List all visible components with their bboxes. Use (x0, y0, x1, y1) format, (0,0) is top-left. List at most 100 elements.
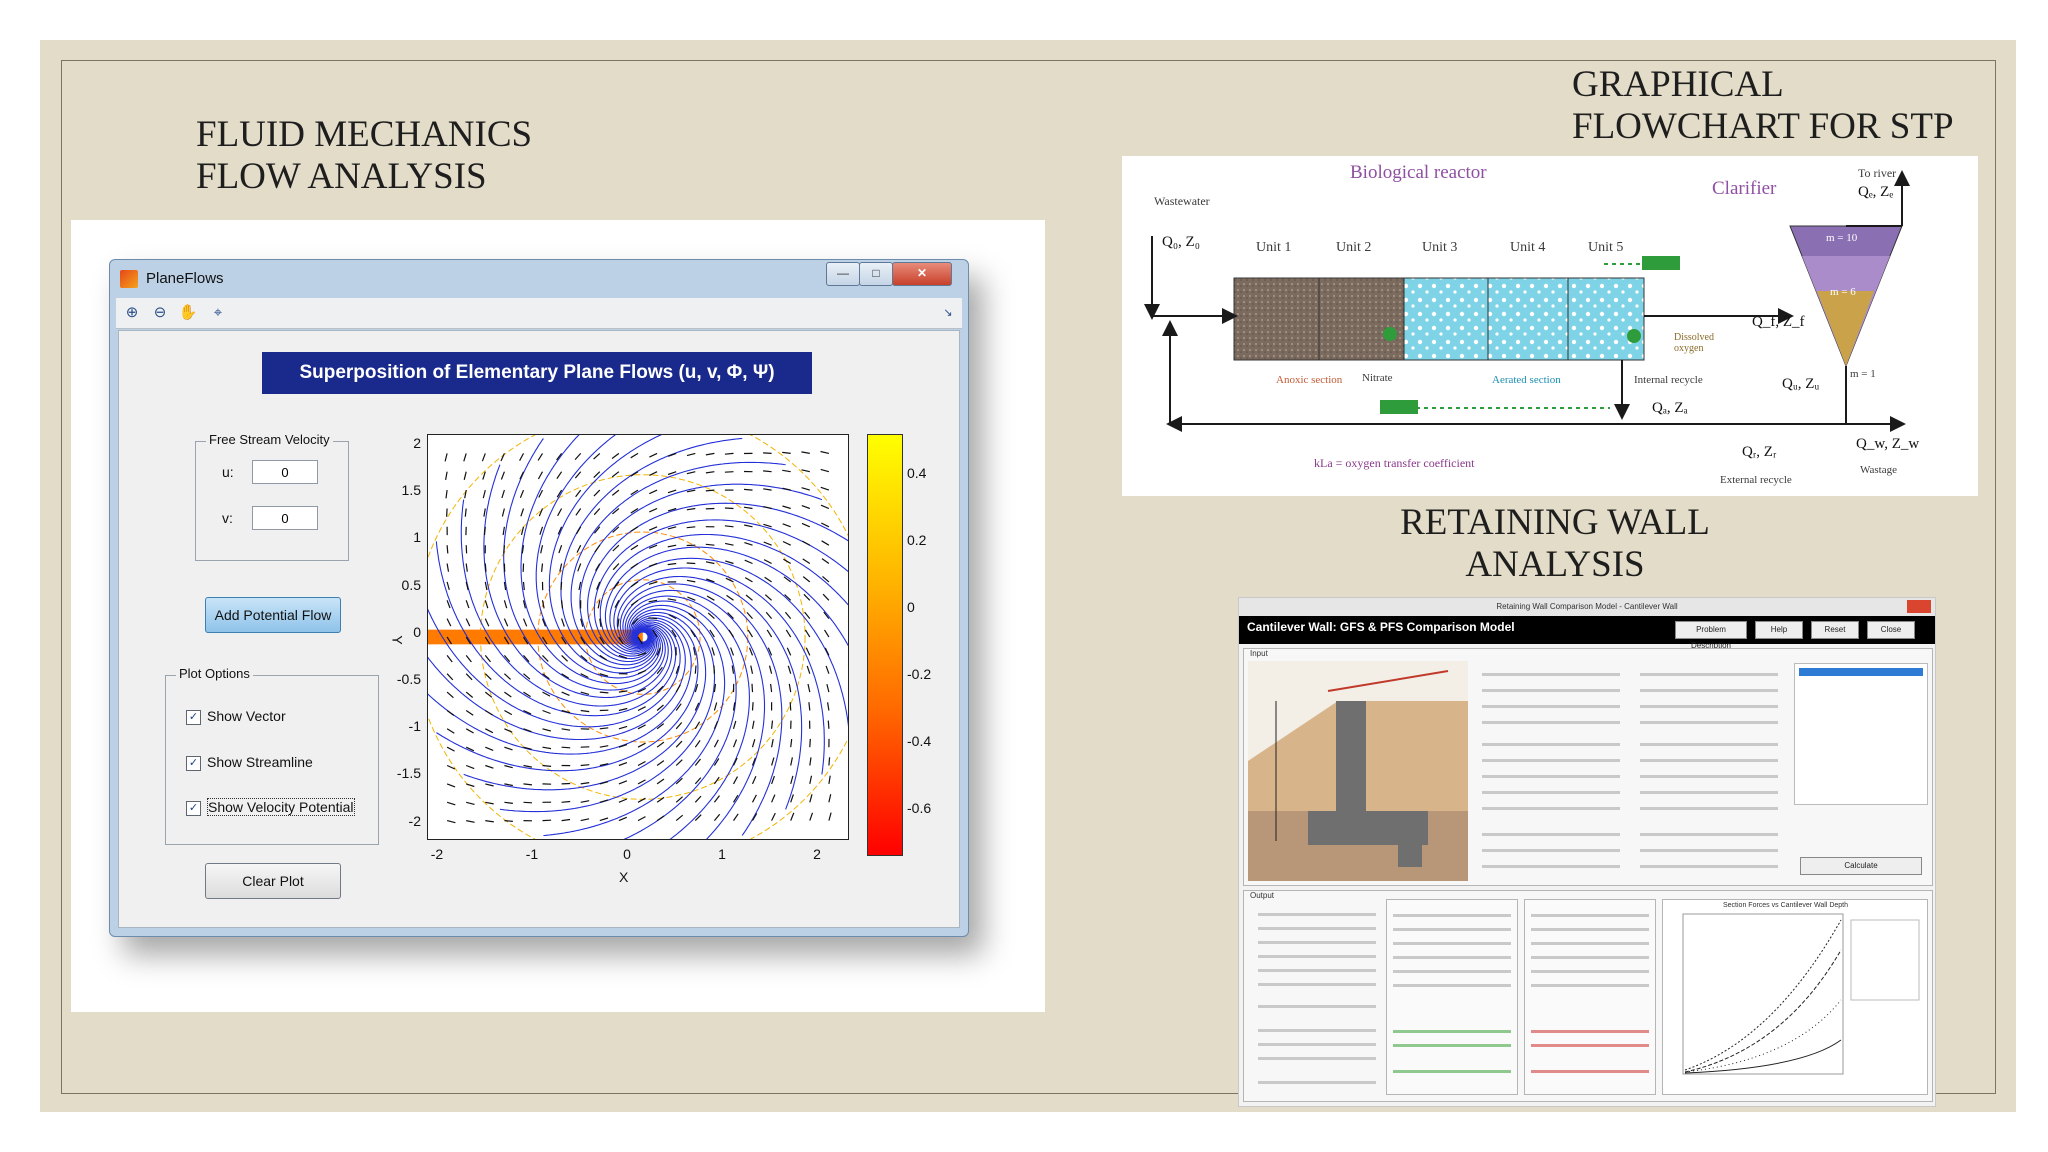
velocity-vector (599, 727, 609, 730)
data-cursor-icon[interactable]: ⌖ (208, 303, 228, 323)
velocity-vector (484, 581, 488, 591)
wall-input-fields-2 (1634, 663, 1784, 873)
velocity-vector (675, 814, 684, 822)
velocity-vector (504, 709, 513, 716)
velocity-vector (504, 764, 513, 769)
velocity-vector (787, 665, 792, 674)
velocity-vector (821, 558, 830, 564)
velocity-vector (667, 598, 677, 601)
stp-inlet-label: Q₀, Z₀ (1162, 234, 1200, 250)
velocity-vector (444, 453, 448, 462)
velocity-vector (732, 739, 738, 748)
velocity-vector (747, 629, 754, 638)
velocity-vector (556, 471, 563, 479)
velocity-vector (484, 600, 489, 609)
show-vector-option[interactable]: ✓ Show Vector (186, 708, 286, 725)
velocity-vector (804, 629, 811, 638)
velocity-vector (809, 794, 813, 803)
zoom-in-icon[interactable]: ⊕ (122, 303, 142, 323)
show-velocity-potential-checkbox[interactable]: ✓ (186, 800, 201, 816)
x-tick: 2 (813, 846, 821, 862)
add-potential-flow-button[interactable]: Add Potential Flow (205, 597, 341, 633)
wall-close-button[interactable] (1907, 600, 1931, 613)
dock-arrow-icon[interactable]: ↘ (938, 303, 958, 323)
show-vector-checkbox[interactable]: ✓ (186, 709, 201, 725)
colorbar-tick: -0.4 (907, 733, 932, 749)
stp-dissolved-oxygen-label: Dissolved oxygen (1674, 332, 1714, 354)
velocity-vector (648, 562, 658, 567)
velocity-vector (771, 794, 776, 803)
velocity-vector (744, 559, 753, 565)
velocity-vector (788, 683, 792, 693)
close-button[interactable]: ✕ (892, 262, 952, 286)
velocity-vector (705, 489, 715, 492)
velocity-vector (807, 683, 811, 693)
velocity-vector (745, 594, 753, 601)
velocity-vector (744, 542, 753, 546)
velocity-vector (504, 691, 512, 698)
velocity-vector (446, 820, 456, 824)
u-input[interactable]: 0 (252, 460, 318, 484)
velocity-vector (766, 629, 773, 638)
flow-field-plot[interactable] (427, 434, 849, 840)
wall-output-labels (1252, 905, 1382, 1091)
velocity-vector (711, 647, 715, 656)
velocity-vector (485, 764, 494, 769)
velocity-vector (789, 702, 792, 711)
velocity-vector (484, 673, 492, 681)
clear-plot-button[interactable]: Clear Plot (205, 863, 341, 899)
velocity-vector (538, 508, 544, 517)
velocity-vector (576, 544, 582, 553)
zoom-out-icon[interactable]: ⊖ (150, 303, 170, 323)
stp-internal-recycle-label: Internal recycle (1634, 374, 1703, 386)
wall-close-app-button[interactable]: Close (1867, 621, 1915, 639)
wall-message-list[interactable] (1794, 663, 1928, 805)
y-tick: 1.5 (401, 482, 421, 498)
wall-help-button[interactable]: Help (1755, 621, 1803, 639)
show-streamline-option[interactable]: ✓ Show Streamline (186, 754, 313, 771)
velocity-vector (611, 489, 620, 496)
show-streamline-checkbox[interactable]: ✓ (186, 755, 201, 771)
y-tick: 0.5 (401, 577, 421, 593)
x-tick: 1 (718, 846, 726, 862)
velocity-vector (675, 740, 683, 748)
velocity-vector (504, 728, 513, 733)
v-input[interactable]: 0 (252, 506, 318, 530)
pan-hand-icon[interactable]: ✋ (178, 303, 198, 323)
velocity-vector (724, 452, 734, 455)
wall-reset-button[interactable]: Reset (1811, 621, 1859, 639)
velocity-vector (686, 471, 696, 475)
minimize-button[interactable]: — (826, 262, 860, 286)
velocity-vector (446, 710, 455, 716)
velocity-vector (768, 665, 773, 674)
u-label: u: (222, 464, 234, 480)
velocity-vector (649, 507, 658, 513)
velocity-vector (820, 450, 830, 454)
window-titlebar[interactable]: PlaneFlows — □ ✕ (110, 260, 968, 296)
velocity-vector (675, 684, 681, 693)
velocity-vector (724, 471, 734, 473)
maximize-button[interactable]: □ (859, 262, 893, 286)
stp-flowchart-svg (1144, 170, 1910, 432)
show-velocity-potential-option[interactable]: ✓ Show Velocity Potential (186, 798, 355, 816)
wall-problem-description-button[interactable]: Problem Description (1675, 621, 1747, 650)
planeflows-screenshot: PlaneFlows — □ ✕ ⊕ ⊖ ✋ ⌖ ↘ Superposition… (71, 220, 1045, 1012)
velocity-vector (561, 818, 571, 822)
velocity-vector (771, 720, 774, 729)
velocity-vector (446, 746, 455, 752)
colorbar-tick: -0.6 (907, 800, 932, 816)
velocity-vector (743, 488, 753, 491)
velocity-vector (561, 618, 565, 627)
velocity-vector (504, 820, 513, 822)
velocity-vector (648, 617, 658, 620)
stp-wastage-label: Wastage (1860, 464, 1897, 476)
velocity-vector (537, 471, 544, 480)
velocity-vector (667, 526, 677, 530)
velocity-vector (785, 629, 792, 638)
velocity-vector (705, 452, 715, 456)
wall-calculate-button[interactable]: Calculate (1800, 857, 1922, 875)
velocity-vector (713, 720, 719, 730)
stp-layer-label: m = 1 (1850, 368, 1876, 380)
velocity-vector (783, 558, 792, 565)
velocity-vector (501, 508, 505, 517)
